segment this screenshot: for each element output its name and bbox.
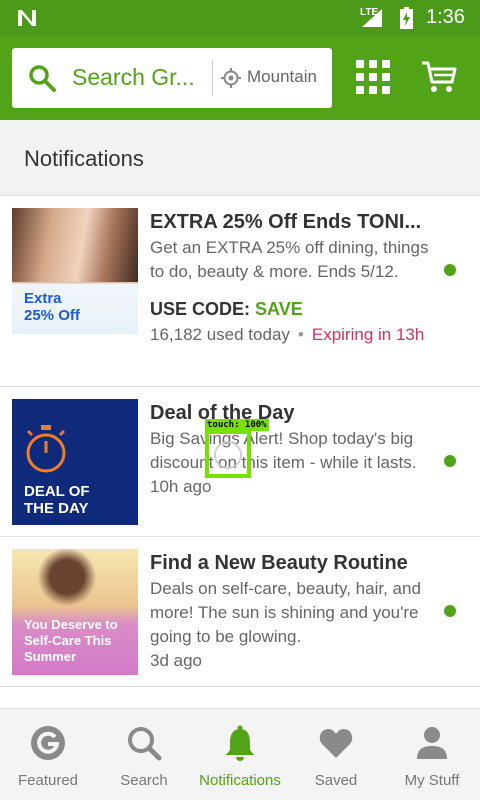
status-bar: LTE 1:36 <box>0 0 480 36</box>
bell-icon <box>226 725 254 761</box>
thumbnail-label: DEAL OF THE DAY <box>24 483 90 517</box>
couple-photo <box>12 208 138 282</box>
expiring-text: Expiring in 13h <box>311 325 425 344</box>
notification-thumbnail: Extra 25% Off <box>12 208 138 334</box>
notification-time: 10h ago <box>150 477 212 496</box>
android-n-icon <box>18 10 36 26</box>
nav-label: Notifications <box>199 772 281 789</box>
bottom-navigation: Featured Search Notifications Saved My S… <box>0 708 480 800</box>
notification-item[interactable]: You Deserve to Self-Care This Summer Fin… <box>0 537 480 687</box>
notification-item[interactable]: Extra 25% Off EXTRA 25% Off Ends TONI...… <box>0 196 480 387</box>
search-bar[interactable]: Search Gr... Mountain <box>12 48 332 108</box>
notifications-section-header: Notifications <box>0 120 480 196</box>
woman-photo <box>32 549 102 611</box>
person-icon <box>417 727 447 759</box>
notification-body: Deal of the Day Big Savings Alert! Shop … <box>150 399 440 499</box>
unread-dot <box>444 605 456 617</box>
location-field[interactable]: Mountain <box>247 67 327 87</box>
nav-label: Search <box>120 772 168 789</box>
promo-code: SAVE <box>255 299 303 319</box>
notification-title: Deal of the Day <box>150 402 295 424</box>
grid-icon[interactable] <box>356 60 390 94</box>
search-divider <box>212 60 213 96</box>
notification-title: Find a New Beauty Routine <box>150 552 408 574</box>
promo-code-label: USE CODE: <box>150 299 251 319</box>
used-count: 16,182 used today <box>150 325 290 344</box>
nav-featured[interactable]: Featured <box>0 709 96 800</box>
network-type: LTE <box>360 7 379 18</box>
search-input[interactable]: Search Gr... <box>72 64 195 91</box>
search-icon <box>128 727 162 761</box>
nav-notifications[interactable]: Notifications <box>192 709 288 800</box>
groupon-g-icon <box>31 726 65 760</box>
battery-charging-icon <box>400 7 413 29</box>
notification-description: Deals on self-care, beauty, hair, and mo… <box>150 579 421 646</box>
promo-code-line: USE CODE: SAVE <box>150 296 440 322</box>
meta-separator: • <box>297 325 304 344</box>
search-icon <box>29 65 56 92</box>
notification-meta: 16,182 used today • Expiring in 13h <box>150 322 440 348</box>
nav-saved[interactable]: Saved <box>288 709 384 800</box>
notification-thumbnail: You Deserve to Self-Care This Summer <box>12 549 138 675</box>
notification-body: Find a New Beauty Routine Deals on self-… <box>150 549 440 673</box>
location-icon <box>221 68 241 88</box>
notification-description: Get an EXTRA 25% off dining, things to d… <box>150 238 429 281</box>
notification-thumbnail: DEAL OF THE DAY <box>12 399 138 525</box>
clock: 1:36 <box>426 6 465 28</box>
heart-icon <box>319 729 353 758</box>
nav-label: Featured <box>17 772 79 789</box>
thumbnail-label: Extra 25% Off <box>24 290 80 324</box>
notification-time: 3d ago <box>150 651 202 670</box>
touch-ripple-icon <box>214 441 242 469</box>
unread-dot <box>444 455 456 467</box>
nav-label: My Stuff <box>404 772 460 789</box>
thumbnail-label: You Deserve to Self-Care This Summer <box>24 617 118 664</box>
unread-dot <box>444 264 456 276</box>
page-title: Notifications <box>24 146 144 171</box>
app-header: Search Gr... Mountain <box>0 36 480 120</box>
nav-label: Saved <box>314 772 358 789</box>
notification-title: EXTRA 25% Off Ends TONI... <box>150 211 422 233</box>
notification-body: EXTRA 25% Off Ends TONI... Get an EXTRA … <box>150 208 440 348</box>
nav-search[interactable]: Search <box>96 709 192 800</box>
notification-description: Big Savings Alert! Shop today's big disc… <box>150 429 417 472</box>
nav-my-stuff[interactable]: My Stuff <box>384 709 480 800</box>
cart-icon[interactable] <box>421 60 457 94</box>
stopwatch-icon <box>26 425 66 473</box>
